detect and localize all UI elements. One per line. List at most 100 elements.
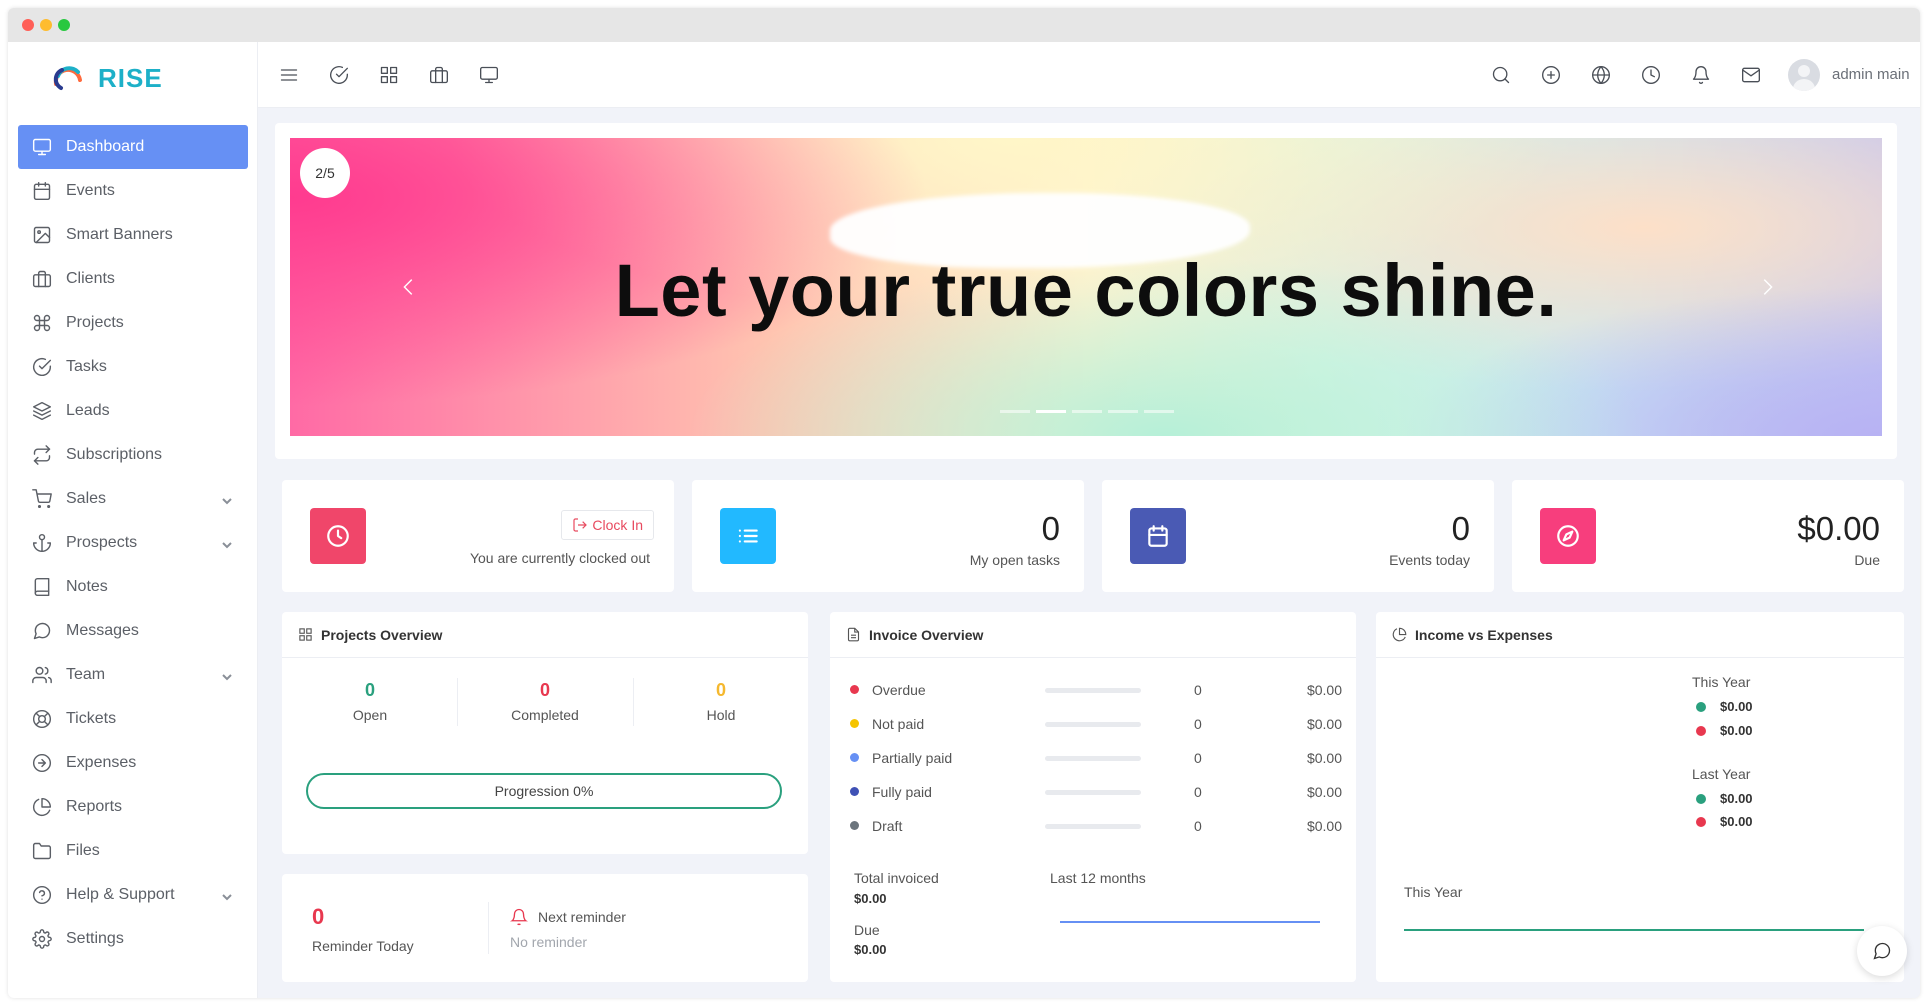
plus-circle-icon[interactable] bbox=[1540, 64, 1562, 86]
sidebar-item-smart-banners[interactable]: Smart Banners bbox=[18, 213, 248, 257]
bell-icon[interactable] bbox=[1690, 64, 1712, 86]
this-year-income: $0.00 bbox=[1696, 699, 1753, 714]
last-year-expense: $0.00 bbox=[1696, 814, 1753, 829]
search-icon[interactable] bbox=[1490, 64, 1512, 86]
sidebar-item-prospects[interactable]: Prospects bbox=[18, 521, 248, 565]
sidebar-item-reports[interactable]: Reports bbox=[18, 785, 248, 829]
chevron-down-icon[interactable] bbox=[222, 537, 232, 549]
carousel-next-icon[interactable] bbox=[1756, 276, 1778, 298]
projects-completed-value: 0 bbox=[539, 680, 550, 700]
sidebar-item-dashboard[interactable]: Dashboard bbox=[18, 125, 248, 169]
smart-banner-carousel[interactable]: Let your true colors shine. 2/5 bbox=[290, 138, 1882, 436]
sidebar-item-sales[interactable]: Sales bbox=[18, 477, 248, 521]
settings-icon bbox=[32, 929, 52, 949]
clock-in-label: Clock In bbox=[592, 517, 643, 533]
compass-icon bbox=[1540, 508, 1596, 564]
sidebar-item-clients[interactable]: Clients bbox=[18, 257, 248, 301]
chevron-down-icon[interactable] bbox=[222, 889, 232, 901]
status-dot bbox=[850, 821, 859, 830]
anchor-icon bbox=[32, 533, 52, 553]
reminder-today-value: 0 bbox=[312, 904, 325, 929]
grid-icon[interactable] bbox=[378, 64, 400, 86]
total-invoiced-label: Total invoiced bbox=[854, 870, 939, 886]
projects-hold-value: 0 bbox=[715, 680, 726, 700]
carousel-indicator[interactable] bbox=[1000, 410, 1030, 413]
minimize-window-button[interactable] bbox=[40, 19, 52, 31]
events-today-label: Events today bbox=[1389, 552, 1470, 568]
sidebar-item-tasks[interactable]: Tasks bbox=[18, 345, 248, 389]
reminders-card: 0 Reminder Today Next reminder No remind… bbox=[282, 874, 808, 982]
sidebar-item-expenses[interactable]: Expenses bbox=[18, 741, 248, 785]
sidebar-item-messages[interactable]: Messages bbox=[18, 609, 248, 653]
invoice-row-fully-paid[interactable]: Fully paid 0 $0.00 bbox=[850, 782, 1342, 802]
sidebar-item-leads[interactable]: Leads bbox=[18, 389, 248, 433]
sidebar-item-label: Subscriptions bbox=[66, 446, 163, 463]
clock-card: Clock In You are currently clocked out bbox=[282, 480, 674, 592]
log-in-icon bbox=[573, 518, 588, 532]
chevron-down-icon[interactable] bbox=[222, 669, 232, 681]
events-today-card[interactable]: 0 Events today bbox=[1102, 480, 1494, 592]
chevron-down-icon[interactable] bbox=[222, 493, 232, 505]
repeat-icon bbox=[32, 445, 52, 465]
income-chart-label: This Year bbox=[1404, 884, 1463, 900]
next-reminder[interactable]: Next reminder bbox=[510, 908, 626, 926]
maximize-window-button[interactable] bbox=[58, 19, 70, 31]
pie-chart-icon bbox=[32, 797, 52, 817]
carousel-indicator[interactable] bbox=[1036, 410, 1066, 413]
carousel-prev-icon[interactable] bbox=[398, 276, 420, 298]
users-icon bbox=[32, 665, 52, 685]
briefcase-icon[interactable] bbox=[428, 64, 450, 86]
monitor-icon[interactable] bbox=[478, 64, 500, 86]
carousel-indicator[interactable] bbox=[1108, 410, 1138, 413]
invoice-row-bar bbox=[1045, 824, 1141, 829]
invoice-row-label: Draft bbox=[872, 818, 903, 834]
next-reminder-label: Next reminder bbox=[538, 909, 626, 925]
sidebar-item-projects[interactable]: Projects bbox=[18, 301, 248, 345]
sidebar-item-settings[interactable]: Settings bbox=[18, 917, 248, 961]
avatar[interactable] bbox=[1788, 59, 1820, 91]
projects-open[interactable]: 0 Open bbox=[282, 680, 458, 723]
sidebar-item-label: Smart Banners bbox=[66, 226, 173, 243]
invoice-row-draft[interactable]: Draft 0 $0.00 bbox=[850, 816, 1342, 836]
status-dot bbox=[850, 685, 859, 694]
mail-icon[interactable] bbox=[1740, 64, 1762, 86]
calendar-icon bbox=[32, 181, 52, 201]
due-card[interactable]: $0.00 Due bbox=[1512, 480, 1904, 592]
check-circle-icon bbox=[32, 357, 52, 377]
menu-icon[interactable] bbox=[278, 64, 300, 86]
folder-icon bbox=[32, 841, 52, 861]
close-window-button[interactable] bbox=[22, 19, 34, 31]
projects-open-value: 0 bbox=[364, 680, 375, 700]
clock-in-button[interactable]: Clock In bbox=[561, 510, 654, 540]
carousel-indicator[interactable] bbox=[1072, 410, 1102, 413]
chat-button[interactable] bbox=[1857, 926, 1907, 976]
invoice-row-partially-paid[interactable]: Partially paid 0 $0.00 bbox=[850, 748, 1342, 768]
sidebar-item-tickets[interactable]: Tickets bbox=[18, 697, 248, 741]
clock-icon[interactable] bbox=[1640, 64, 1662, 86]
message-circle-icon bbox=[32, 621, 52, 641]
invoice-row-overdue[interactable]: Overdue 0 $0.00 bbox=[850, 680, 1342, 700]
projects-completed[interactable]: 0 Completed bbox=[457, 680, 633, 723]
open-tasks-card[interactable]: 0 My open tasks bbox=[692, 480, 1084, 592]
topbar: admin main bbox=[258, 42, 1920, 108]
list-icon bbox=[720, 508, 776, 564]
sidebar-item-files[interactable]: Files bbox=[18, 829, 248, 873]
carousel-indicator[interactable] bbox=[1144, 410, 1174, 413]
sidebar-item-events[interactable]: Events bbox=[18, 169, 248, 213]
projects-hold[interactable]: 0 Hold bbox=[633, 680, 809, 723]
check-circle-icon[interactable] bbox=[328, 64, 350, 86]
due-value: $0.00 bbox=[1797, 510, 1880, 547]
sidebar-item-team[interactable]: Team bbox=[18, 653, 248, 697]
sidebar-item-subscriptions[interactable]: Subscriptions bbox=[18, 433, 248, 477]
sidebar-item-help-support[interactable]: Help & Support bbox=[18, 873, 248, 917]
user-name[interactable]: admin main bbox=[1832, 66, 1910, 83]
invoice-row-not-paid[interactable]: Not paid 0 $0.00 bbox=[850, 714, 1342, 734]
invoice-row-amount: $0.00 bbox=[1306, 784, 1342, 800]
brand-logo[interactable]: RISE bbox=[52, 58, 163, 98]
invoice-row-bar bbox=[1045, 790, 1141, 795]
globe-icon[interactable] bbox=[1590, 64, 1612, 86]
sidebar-item-notes[interactable]: Notes bbox=[18, 565, 248, 609]
invoice-row-bar bbox=[1045, 688, 1141, 693]
invoice-due-label: Due bbox=[854, 922, 880, 938]
file-text-icon bbox=[847, 627, 860, 642]
